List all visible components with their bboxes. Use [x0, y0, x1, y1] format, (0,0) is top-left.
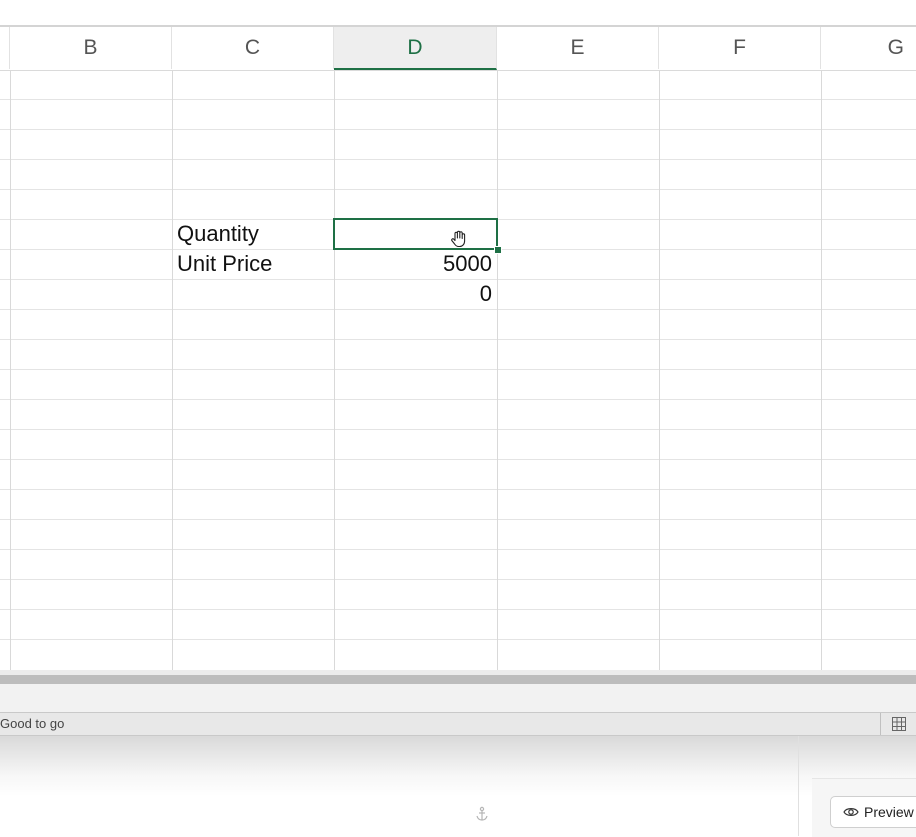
row-line: [0, 429, 916, 430]
column-line: [172, 70, 173, 670]
column-line: [334, 70, 335, 670]
hand-cursor-icon: [451, 230, 466, 248]
top-bar: [0, 0, 916, 26]
cell-c6[interactable]: Unit Price: [177, 249, 272, 279]
preview-button[interactable]: Preview: [830, 796, 916, 828]
lower-panel: [0, 736, 916, 836]
column-header-d[interactable]: D: [334, 27, 497, 70]
cell-d6[interactable]: 5000: [336, 249, 492, 279]
cell-c5[interactable]: Quantity: [177, 219, 259, 249]
row-line: [0, 609, 916, 610]
grid-view-icon[interactable]: [892, 717, 906, 731]
column-header-e[interactable]: E: [497, 27, 659, 69]
row-line: [0, 549, 916, 550]
column-header-b[interactable]: B: [10, 27, 172, 69]
horizontal-scrollbar[interactable]: [0, 675, 916, 684]
row-line: [0, 309, 916, 310]
column-header-row: B C D E F G: [0, 27, 916, 71]
scroll-track: [0, 684, 916, 712]
status-bar: Good to go: [0, 712, 916, 736]
row-line: [0, 99, 916, 100]
row-line: [0, 129, 916, 130]
row-line: [0, 369, 916, 370]
column-header-g[interactable]: G: [821, 27, 916, 69]
row-line: [0, 339, 916, 340]
preview-button-label: Preview: [864, 804, 914, 820]
column-line: [821, 70, 822, 670]
row-line: [0, 399, 916, 400]
anchor-icon[interactable]: [474, 806, 490, 822]
row-line: [0, 519, 916, 520]
cell-d7[interactable]: 0: [336, 279, 492, 309]
column-line: [10, 70, 11, 670]
column-header-c[interactable]: C: [172, 27, 334, 69]
row-line: [0, 489, 916, 490]
selected-cell-outline[interactable]: [333, 218, 498, 250]
column-header-a[interactable]: [0, 27, 10, 69]
row-line: [0, 459, 916, 460]
status-separator: [880, 713, 881, 735]
row-line: [0, 639, 916, 640]
column-line: [659, 70, 660, 670]
column-line: [497, 70, 498, 670]
panel-divider: [798, 736, 799, 836]
eye-icon: [843, 808, 859, 816]
spreadsheet-grid[interactable]: [0, 70, 916, 670]
column-header-f[interactable]: F: [659, 27, 821, 69]
row-line: [0, 189, 916, 190]
row-line: [0, 159, 916, 160]
row-line: [0, 579, 916, 580]
status-text: Good to go: [0, 716, 65, 731]
fill-handle[interactable]: [494, 246, 502, 254]
